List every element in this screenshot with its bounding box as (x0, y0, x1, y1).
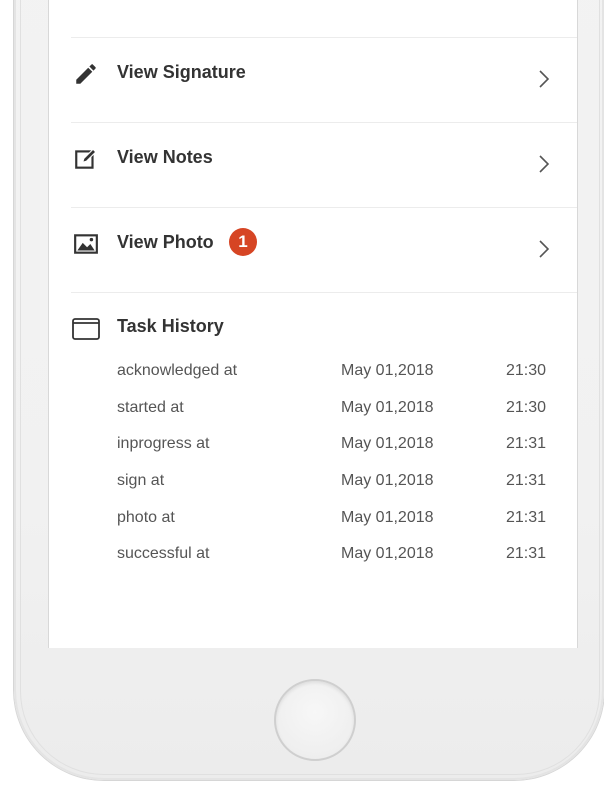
edit-note-icon (75, 148, 97, 169)
notification-badge: 1 (229, 228, 257, 256)
history-time: 21:30 (506, 362, 547, 379)
chevron-right-icon (539, 155, 550, 173)
menu-item-view-signature[interactable]: View Signature (49, 38, 577, 122)
history-date: May 01,2018 (341, 435, 434, 452)
history-date: May 01,2018 (341, 362, 434, 379)
device-stage: View Signature View Notes View Photo 1 T… (0, 0, 604, 785)
history-event: sign at (117, 472, 165, 489)
chevron-right-icon (539, 240, 550, 258)
history-event: photo at (117, 509, 175, 526)
history-time: 21:30 (506, 399, 547, 416)
menu-item-label: View Signature (117, 62, 246, 82)
history-time: 21:31 (506, 545, 547, 562)
history-row: started at May 01,2018 21:30 (49, 399, 577, 429)
photo-icon (74, 234, 98, 254)
history-date: May 01,2018 (341, 399, 434, 416)
history-time: 21:31 (506, 435, 547, 452)
pencil-icon (76, 64, 96, 84)
divider (71, 292, 577, 293)
history-date: May 01,2018 (341, 509, 434, 526)
history-event: inprogress at (117, 435, 210, 452)
menu-item-view-photo[interactable]: View Photo (49, 208, 577, 292)
history-row: photo at May 01,2018 21:31 (49, 509, 577, 539)
menu-item-label: View Photo (117, 232, 214, 252)
folder-icon (72, 318, 100, 340)
history-row: successful at May 01,2018 21:31 (49, 545, 577, 575)
history-event: successful at (117, 545, 210, 562)
menu-item-view-notes[interactable]: View Notes (49, 123, 577, 207)
history-event: started at (117, 399, 184, 416)
menu-item-label: View Notes (117, 147, 213, 167)
task-history-title: Task History (117, 316, 224, 336)
history-row: acknowledged at May 01,2018 21:30 (49, 362, 577, 392)
history-row: sign at May 01,2018 21:31 (49, 472, 577, 502)
chevron-right-icon (539, 70, 550, 88)
history-time: 21:31 (506, 509, 547, 526)
history-row: inprogress at May 01,2018 21:31 (49, 435, 577, 465)
history-event: acknowledged at (117, 362, 238, 379)
history-time: 21:31 (506, 472, 547, 489)
history-date: May 01,2018 (341, 472, 434, 489)
app-screen: View Signature View Notes View Photo 1 T… (48, 0, 578, 648)
home-button[interactable] (274, 679, 356, 761)
history-date: May 01,2018 (341, 545, 434, 562)
